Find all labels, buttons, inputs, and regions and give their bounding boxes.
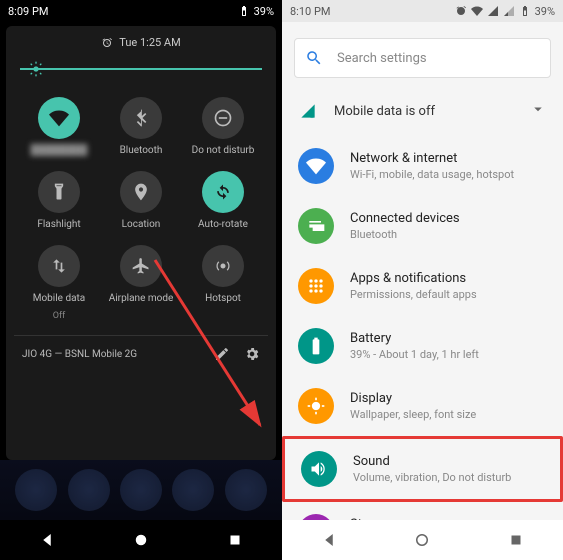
nav-home-icon[interactable] (132, 531, 150, 549)
settings-list: Network & internet Wi-Fi, mobile, data us… (282, 136, 563, 520)
alarm-time: Tue 1:25 AM (119, 36, 180, 49)
alarm-icon (455, 5, 467, 17)
settings-gear-icon[interactable] (244, 346, 260, 362)
status-time: 8:10 PM (290, 5, 330, 18)
search-settings[interactable]: Search settings (294, 38, 551, 78)
tile-label: Do not disturb (192, 145, 255, 157)
status-icons: 39% (238, 5, 274, 18)
mobile-data-off-row[interactable]: Mobile data is off (282, 92, 563, 136)
alarm-icon (101, 37, 113, 49)
mobiledata-icon (38, 245, 80, 287)
devices-icon (298, 208, 334, 244)
chevron-down-icon (529, 100, 547, 122)
signal-icon-2 (503, 5, 515, 17)
edit-icon[interactable] (214, 346, 230, 362)
qs-tile-airplane[interactable]: Airplane mode (102, 245, 180, 321)
nav-back-icon[interactable] (38, 531, 56, 549)
status-bar: 8:09 PM 39% (0, 0, 282, 22)
item-title: Display (350, 391, 547, 406)
wifi-label-blurred: ████████ (31, 145, 88, 156)
slider-track (20, 68, 262, 70)
battery-icon (298, 328, 334, 364)
battery-icon (238, 5, 250, 17)
search-icon (305, 49, 323, 67)
settings-item-display[interactable]: Display Wallpaper, sleep, font size (282, 376, 563, 436)
quick-settings-screenshot: 8:09 PM 39% Tue 1:25 AM ████████ (0, 0, 282, 560)
hotspot-icon (202, 245, 244, 287)
flashlight-icon (38, 171, 80, 213)
homescreen-peek (0, 460, 282, 520)
qs-tile-location[interactable]: Location (102, 171, 180, 231)
display-icon (298, 388, 334, 424)
alarm-row[interactable]: Tue 1:25 AM (14, 36, 268, 49)
item-subtitle: Wallpaper, sleep, font size (350, 408, 547, 421)
carrier-text: JIO 4G — BSNL Mobile 2G (22, 349, 137, 360)
settings-screenshot: 8:10 PM 39% Search settings Mobile data … (282, 0, 563, 560)
tile-sublabel: Off (53, 311, 65, 321)
wifi-icon (38, 97, 80, 139)
settings-item-network[interactable]: Network & internet Wi-Fi, mobile, data us… (282, 136, 563, 196)
tile-label: Airplane mode (109, 293, 174, 305)
settings-item-apps[interactable]: Apps & notifications Permissions, default… (282, 256, 563, 316)
item-subtitle: Bluetooth (350, 228, 547, 241)
item-title: Apps & notifications (350, 271, 547, 286)
battery-percent: 39% (254, 5, 274, 18)
mobile-data-off-text: Mobile data is off (334, 104, 513, 119)
qs-footer: JIO 4G — BSNL Mobile 2G (14, 335, 268, 372)
tile-label: Flashlight (37, 219, 80, 231)
nav-bar (282, 520, 563, 560)
signal-icon (487, 5, 499, 17)
nav-home-icon[interactable] (413, 531, 431, 549)
tile-label: Bluetooth (120, 145, 163, 157)
tile-label: Mobile data (33, 293, 86, 305)
item-subtitle: Permissions, default apps (350, 288, 547, 301)
settings-item-storage[interactable]: Storage68% used - 10.35 GB free (282, 502, 563, 520)
search-placeholder: Search settings (337, 51, 427, 66)
tile-label: Location (122, 219, 161, 231)
brightness-slider[interactable] (20, 59, 262, 79)
qs-tile-bluetooth[interactable]: Bluetooth (102, 97, 180, 157)
tile-label: Auto-rotate (198, 219, 248, 231)
status-icons: 39% (455, 5, 555, 18)
airplane-icon (120, 245, 162, 287)
nav-recent-icon[interactable] (226, 531, 244, 549)
location-icon (120, 171, 162, 213)
apps-icon (298, 268, 334, 304)
tile-label: Hotspot (205, 293, 241, 305)
mobile-data-off-icon (298, 103, 318, 119)
dnd-icon (202, 97, 244, 139)
nav-recent-icon[interactable] (507, 531, 525, 549)
nav-back-icon[interactable] (320, 531, 338, 549)
nav-bar (0, 520, 282, 560)
status-time: 8:09 PM (8, 5, 48, 18)
settings-item-battery[interactable]: Battery 39% - About 1 day, 1 hr left (282, 316, 563, 376)
item-title: Network & internet (350, 151, 547, 166)
battery-percent: 39% (535, 5, 555, 18)
autorotate-icon (202, 171, 244, 213)
qs-tile-dnd[interactable]: Do not disturb (184, 97, 262, 157)
sound-icon (301, 451, 337, 487)
qs-tile-mobiledata[interactable]: Mobile data Off (20, 245, 98, 321)
settings-item-sound[interactable]: Sound Volume, vibration, Do not disturb (282, 436, 563, 502)
brightness-icon (28, 61, 44, 77)
item-title: Sound (353, 454, 544, 469)
item-subtitle: 39% - About 1 day, 1 hr left (350, 348, 547, 361)
settings-item-connected[interactable]: Connected devices Bluetooth (282, 196, 563, 256)
quick-settings-grid: ████████ Bluetooth Do not disturb Flashl (14, 87, 268, 335)
item-subtitle: Volume, vibration, Do not disturb (353, 471, 544, 484)
quick-settings-panel: Tue 1:25 AM ████████ Bluetooth (6, 26, 276, 460)
network-icon (298, 148, 334, 184)
qs-tile-flashlight[interactable]: Flashlight (20, 171, 98, 231)
status-bar: 8:10 PM 39% (282, 0, 563, 22)
item-title: Battery (350, 331, 547, 346)
wifi-icon (471, 5, 483, 17)
bluetooth-icon (120, 97, 162, 139)
qs-tile-wifi[interactable]: ████████ (20, 97, 98, 157)
qs-tile-autorotate[interactable]: Auto-rotate (184, 171, 262, 231)
item-subtitle: Wi-Fi, mobile, data usage, hotspot (350, 168, 547, 181)
qs-tile-hotspot[interactable]: Hotspot (184, 245, 262, 321)
item-title: Connected devices (350, 211, 547, 226)
battery-icon (519, 5, 531, 17)
